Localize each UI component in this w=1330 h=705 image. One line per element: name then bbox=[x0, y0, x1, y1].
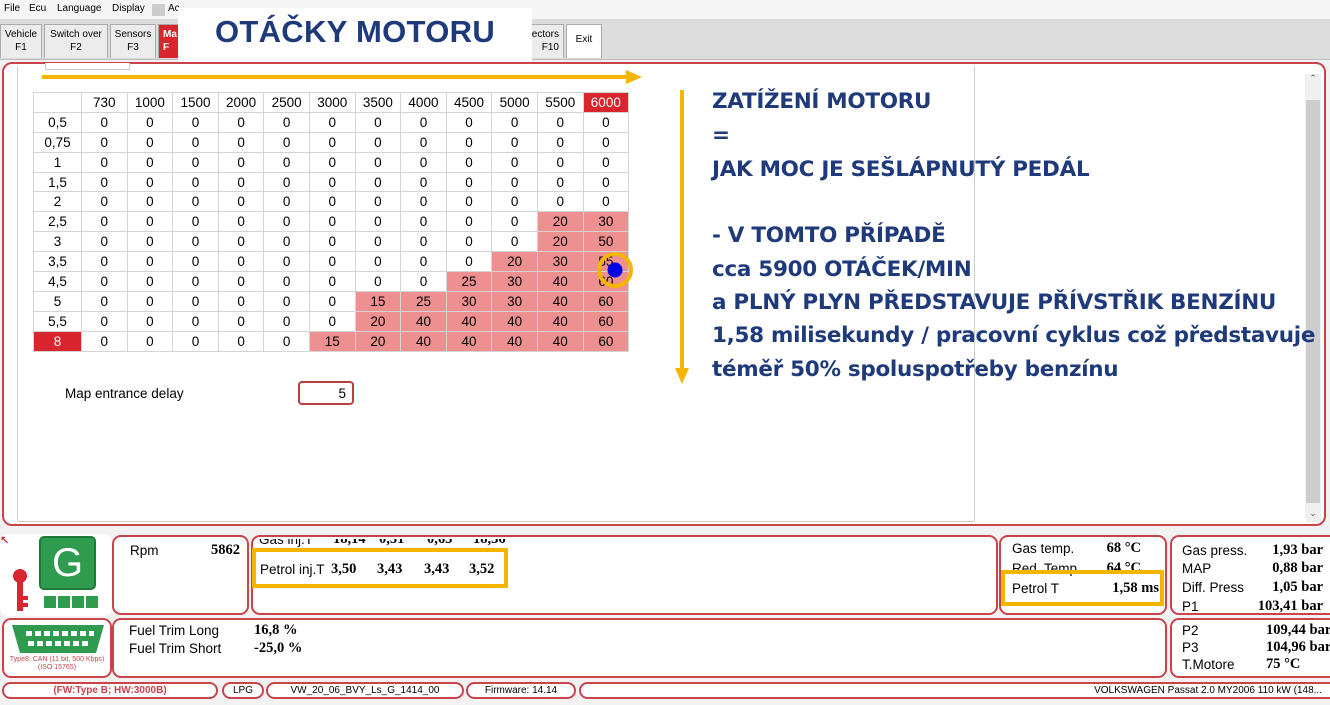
rpm-label: Rpm bbox=[130, 543, 159, 558]
operating-point-icon bbox=[597, 252, 633, 288]
map-file-name: VW_20_06_BVY_Ls_G_1414_00 bbox=[266, 682, 464, 699]
fuel-trim-short-value: -25,0 % bbox=[254, 640, 303, 656]
map-label: MAP bbox=[1182, 561, 1212, 576]
annotation-line-6: a PLNÝ PLYN PŘEDSTAVUJE PŘÍVSTŘIK BENZÍN… bbox=[712, 290, 1277, 315]
fuel-trim-panel: Fuel Trim Long 16,8 % Fuel Trim Short -2… bbox=[112, 618, 1167, 678]
gas-press-value: 1,93 bar bbox=[1272, 542, 1323, 558]
petrol-t-highlight bbox=[1001, 570, 1164, 606]
annotation-line-4: - V TOMTO PŘÍPADĚ bbox=[712, 223, 946, 248]
fuel-trim-short-label: Fuel Trim Short bbox=[129, 641, 222, 656]
gas-temp-value: 68 °C bbox=[1106, 540, 1141, 556]
gas-inj-value-1: 18,14 bbox=[333, 539, 366, 547]
rpm-arrow-icon bbox=[42, 70, 642, 84]
fuel-trim-long-value: 16,8 % bbox=[254, 622, 298, 638]
gas-inj-value-2: 0,51 bbox=[379, 539, 405, 547]
level-led-1 bbox=[44, 596, 56, 608]
fuel-type: LPG bbox=[222, 682, 264, 699]
gas-press-label: Gas press. bbox=[1182, 543, 1248, 558]
p3-value: 104,96 bar bbox=[1266, 639, 1330, 655]
vehicle-name: VOLKSWAGEN Passat 2.0 MY2006 110 kW (148… bbox=[579, 682, 1330, 699]
key-icon bbox=[13, 569, 28, 611]
obd-protocol-text: Type8: CAN (11 bit, 500 Kbps) (ISO 15765… bbox=[9, 656, 105, 671]
level-led-4 bbox=[86, 596, 98, 608]
obd-panel: Type8: CAN (11 bit, 500 Kbps) (ISO 15765… bbox=[2, 618, 112, 678]
diff-press-label: Diff. Press bbox=[1182, 580, 1245, 595]
annotation-line-3: JAK MOC JE SEŠLÁPNUTÝ PEDÁL bbox=[712, 157, 1090, 182]
rpm-value: 5862 bbox=[211, 542, 240, 558]
annotation-line-5: cca 5900 OTÁČEK/MIN bbox=[712, 257, 972, 282]
level-led-2 bbox=[58, 596, 70, 608]
p2-value: 109,44 bar bbox=[1266, 622, 1330, 638]
load-arrow-icon bbox=[675, 90, 689, 384]
petrol-inj-highlight bbox=[252, 548, 508, 588]
annotation-line-8: téměř 50% spoluspotřeby benzínu bbox=[712, 357, 1119, 382]
rpm-panel: Rpm 5862 bbox=[112, 535, 249, 615]
pressure-panel: Gas press. 1,93 bar MAP 0,88 bar Diff. P… bbox=[1170, 535, 1330, 615]
annotation-line-2: = bbox=[712, 123, 730, 148]
hardware-info: (FW:Type B; HW:3000B) bbox=[2, 682, 218, 699]
p1-label: P1 bbox=[1182, 599, 1199, 614]
diff-press-value: 1,05 bar bbox=[1272, 579, 1323, 595]
gas-inj-value-3: 0,63 bbox=[427, 539, 453, 547]
firmware-version: Firmware: 14.14 bbox=[466, 682, 576, 699]
map-value: 0,88 bar bbox=[1272, 560, 1323, 576]
p2-label: P2 bbox=[1182, 623, 1199, 638]
fuel-trim-long-label: Fuel Trim Long bbox=[129, 623, 220, 638]
gas-inj-value-4: 18,36 bbox=[473, 539, 506, 547]
tmotore-label: T.Motore bbox=[1182, 657, 1235, 672]
obd-connector-icon bbox=[12, 625, 104, 653]
gas-temp-label: Gas temp. bbox=[1012, 541, 1075, 556]
annotation-line-7: 1,58 milisekundy / pracovní cyklus což p… bbox=[712, 323, 1316, 348]
gas-mode-indicator[interactable]: G bbox=[39, 536, 96, 590]
corner-arrow-icon: ↖ bbox=[0, 534, 10, 547]
p3-label: P3 bbox=[1182, 640, 1199, 655]
engine-panel: P2 109,44 bar P3 104,96 bar T.Motore 75 … bbox=[1170, 618, 1330, 678]
tmotore-value: 75 °C bbox=[1266, 656, 1301, 672]
level-led-3 bbox=[72, 596, 84, 608]
p1-value: 103,41 bar bbox=[1257, 598, 1323, 614]
annotation-line-1: ZATÍŽENÍ MOTORU bbox=[712, 89, 932, 114]
gas-inj-label: Gas inj.T bbox=[259, 539, 314, 547]
